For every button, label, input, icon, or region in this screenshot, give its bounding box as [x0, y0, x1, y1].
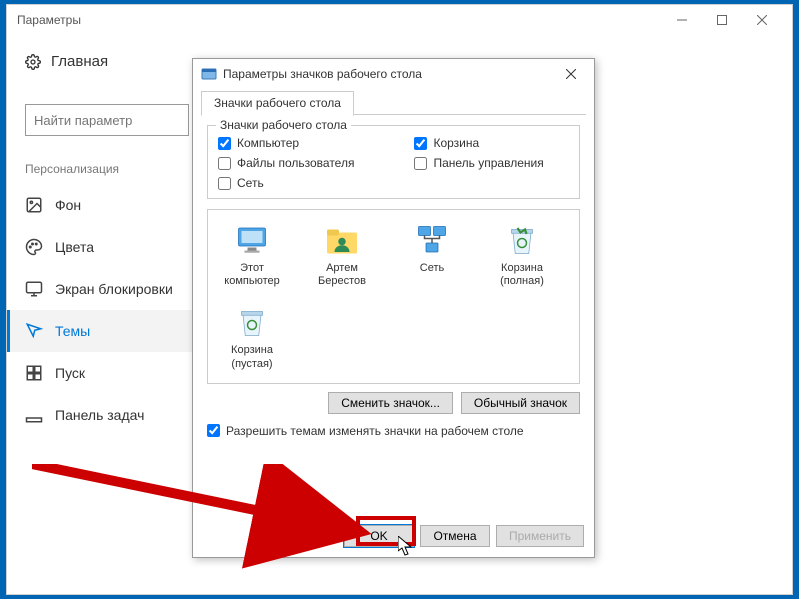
search-input[interactable] [34, 113, 180, 128]
icon-network[interactable]: Сеть [396, 222, 468, 288]
apply-button[interactable]: Применить [496, 525, 584, 547]
icon-bin-empty[interactable]: Корзина (пустая) [216, 304, 288, 370]
sidebar-item-label: Фон [55, 197, 81, 213]
icon-this-pc[interactable]: Этот компьютер [216, 222, 288, 288]
sidebar-item-colors[interactable]: Цвета [7, 226, 207, 268]
pc-icon [234, 222, 270, 258]
taskbar-icon [25, 406, 43, 424]
sidebar-item-lockscreen[interactable]: Экран блокировки [7, 268, 207, 310]
icon-bin-full[interactable]: Корзина (полная) [486, 222, 558, 288]
icon-user-folder[interactable]: Артем Берестов [306, 222, 378, 288]
sidebar-item-label: Панель задач [55, 407, 144, 423]
default-icon-button[interactable]: Обычный значок [461, 392, 580, 414]
checkbox-controlpanel[interactable]: Панель управления [414, 156, 543, 170]
sidebar-home[interactable]: Главная [25, 53, 189, 70]
monitor-icon [25, 280, 43, 298]
dialog-close-button[interactable] [556, 59, 586, 89]
network-icon [414, 222, 450, 258]
tab-strip: Значки рабочего стола [201, 89, 586, 115]
sidebar-category: Персонализация [7, 154, 207, 184]
themes-icon [25, 322, 43, 340]
partial-link[interactable]: а [587, 303, 782, 319]
sidebar-item-background[interactable]: Фон [7, 184, 207, 226]
sidebar-item-themes[interactable]: Темы [7, 310, 207, 352]
group-label: Значки рабочего стола [216, 118, 351, 132]
checkbox-userfiles[interactable]: Файлы пользователя [218, 156, 354, 170]
dialog-title-text: Параметры значков рабочего стола [223, 67, 422, 81]
user-folder-icon [324, 222, 360, 258]
icon-list[interactable]: Этот компьютер Артем Берестов Сеть Корзи… [207, 209, 580, 384]
palette-icon [25, 238, 43, 256]
close-button[interactable] [742, 5, 782, 35]
allow-themes-checkbox[interactable]: Разрешить темам изменять значки на рабоч… [207, 424, 580, 438]
recycle-bin-full-icon [504, 222, 540, 258]
sidebar-item-label: Цвета [55, 239, 94, 255]
sidebar-item-taskbar[interactable]: Панель задач [7, 394, 207, 436]
sidebar-item-label: Темы [55, 323, 90, 339]
tab-desktop-icons[interactable]: Значки рабочего стола [201, 91, 354, 116]
sidebar: Главная Персонализация Фон Цвета Экран б… [7, 53, 207, 436]
checkbox-network[interactable]: Сеть [218, 176, 354, 190]
start-icon [25, 364, 43, 382]
recycle-bin-empty-icon [234, 304, 270, 340]
maximize-button[interactable] [702, 5, 742, 35]
dialog-icon [201, 66, 217, 82]
change-icon-button[interactable]: Сменить значок... [328, 392, 453, 414]
search-input-wrapper[interactable] [25, 104, 189, 136]
gear-icon [25, 54, 41, 70]
titlebar: Параметры [7, 5, 792, 35]
picture-icon [25, 196, 43, 214]
desktop-icon-settings-dialog: Параметры значков рабочего стола Значки … [192, 58, 595, 558]
checkbox-group: Значки рабочего стола Компьютер Файлы по… [207, 125, 580, 199]
sidebar-item-start[interactable]: Пуск [7, 352, 207, 394]
minimize-button[interactable] [662, 5, 702, 35]
sidebar-home-label: Главная [51, 53, 108, 70]
ok-button[interactable]: OK [344, 525, 414, 547]
checkbox-computer[interactable]: Компьютер [218, 136, 354, 150]
cancel-button[interactable]: Отмена [420, 525, 490, 547]
sidebar-item-label: Пуск [55, 365, 85, 381]
sidebar-item-label: Экран блокировки [55, 281, 173, 297]
window-title: Параметры [17, 13, 81, 27]
dialog-titlebar: Параметры значков рабочего стола [193, 59, 594, 89]
checkbox-recyclebin[interactable]: Корзина [414, 136, 543, 150]
